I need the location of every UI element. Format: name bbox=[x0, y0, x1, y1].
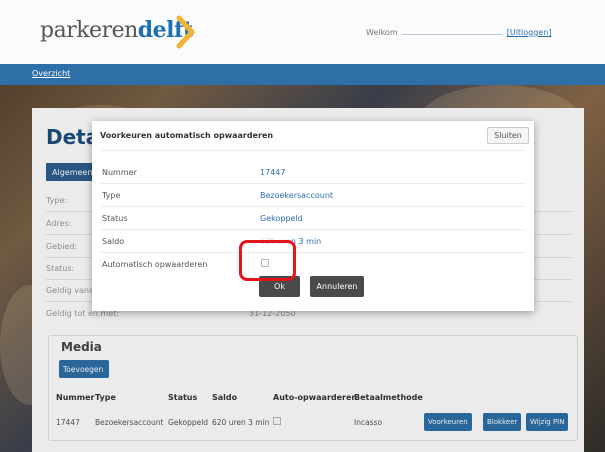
modal-divider bbox=[100, 150, 526, 151]
modal-divider bbox=[100, 206, 526, 207]
modal-divider bbox=[100, 183, 526, 184]
welcome-text: Welkom [Uitloggen] bbox=[366, 27, 551, 37]
modal-label-balance: Saldo bbox=[102, 237, 125, 246]
logout-link[interactable]: [Uitloggen] bbox=[507, 28, 552, 37]
nav-overview-link[interactable]: Overzicht bbox=[32, 69, 70, 78]
top-navbar: Overzicht bbox=[0, 64, 605, 85]
site-header: parkerendelft Welkom [Uitloggen] bbox=[0, 0, 605, 64]
modal-divider bbox=[100, 252, 526, 253]
modal-value-status: Gekoppeld bbox=[260, 214, 303, 223]
highlight-annotation bbox=[239, 240, 296, 281]
modal-value-number: 17447 bbox=[260, 168, 286, 177]
welcome-label: Welkom bbox=[366, 28, 398, 37]
close-button[interactable]: Sluiten bbox=[487, 127, 529, 144]
modal-label-number: Nummer bbox=[102, 168, 137, 177]
logo-chevron-icon bbox=[176, 15, 195, 49]
modal-label-auto-topup: Automatisch opwaarderen bbox=[102, 260, 208, 269]
modal-label-status: Status bbox=[102, 214, 128, 223]
cancel-button[interactable]: Annuleren bbox=[310, 276, 364, 297]
site-logo[interactable]: parkerendelft bbox=[40, 17, 193, 43]
modal-divider bbox=[100, 229, 526, 230]
username-redacted bbox=[402, 27, 503, 35]
auto-topup-modal: Voorkeuren automatisch opwaarderen Sluit… bbox=[92, 121, 534, 311]
modal-title: Voorkeuren automatisch opwaarderen bbox=[100, 131, 274, 140]
modal-label-type: Type bbox=[102, 191, 121, 200]
modal-value-type: Bezoekersaccount bbox=[260, 191, 334, 200]
logo-text-parkeren: parkeren bbox=[40, 18, 138, 43]
